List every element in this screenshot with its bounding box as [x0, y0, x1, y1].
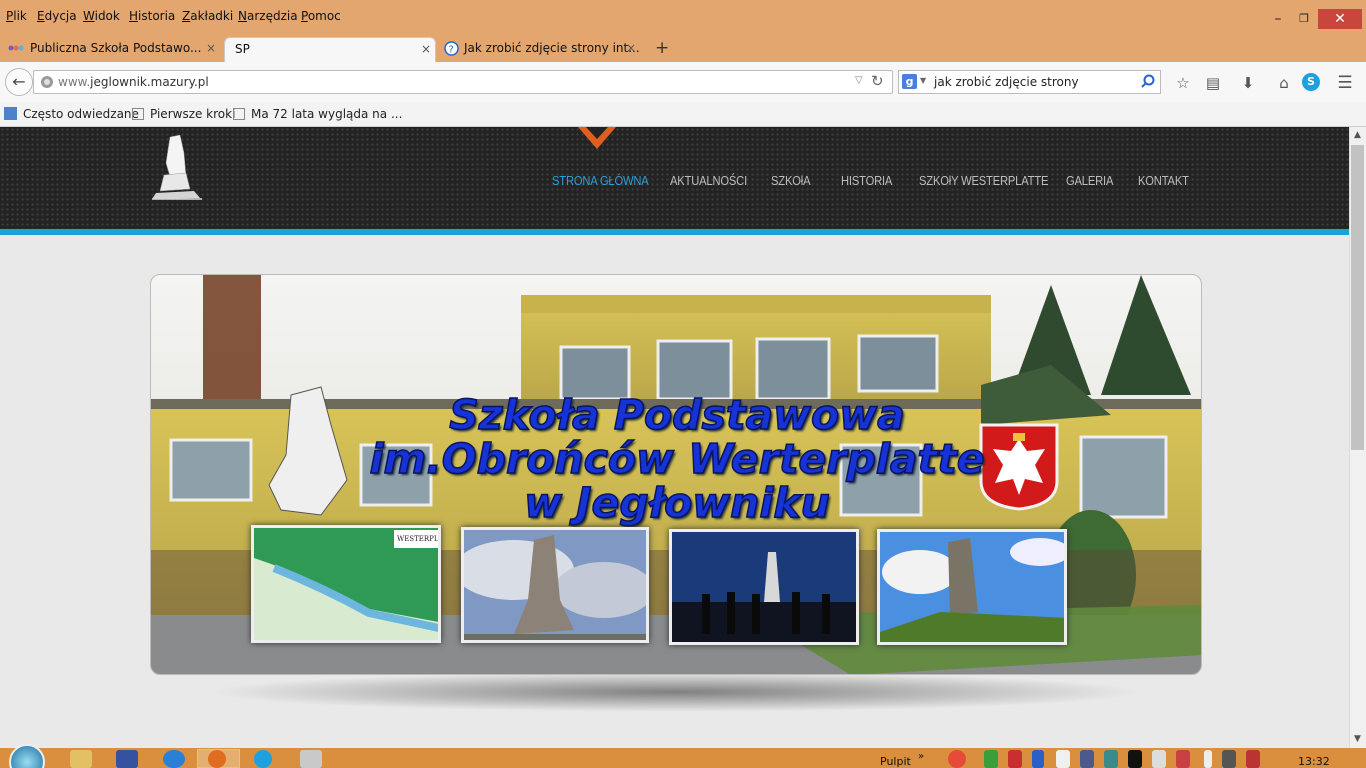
- firefox-icon[interactable]: [208, 750, 226, 768]
- nav-szkola[interactable]: SZKOłA: [771, 173, 811, 188]
- tab-close-icon[interactable]: ×: [626, 37, 636, 59]
- favicon-icon: [8, 45, 24, 51]
- dropdown-arrow-icon[interactable]: ▽: [855, 75, 863, 86]
- map-title-label: WESTERPLATTE: [397, 535, 441, 543]
- nav-aktualnosci[interactable]: AKTUALNOŚCI: [670, 173, 747, 188]
- tab-title: Jak zrobić zdjęcie strony int...: [464, 41, 640, 55]
- signal-icon[interactable]: [1222, 750, 1236, 768]
- save-disk-icon[interactable]: [116, 750, 138, 768]
- nav-szkoly-westerplatte[interactable]: SZKOłY WESTERPLATTE: [919, 173, 1048, 188]
- tab-title: Publiczna Szkoła Podstawo...: [30, 41, 202, 55]
- monument-day-photo[interactable]: [877, 529, 1067, 645]
- chevron-right-icon[interactable]: »: [918, 751, 924, 762]
- minimize-button[interactable]: –: [1266, 10, 1290, 30]
- monument-logo-icon[interactable]: [150, 133, 202, 201]
- monument-clouds-photo[interactable]: [461, 527, 649, 643]
- search-icon[interactable]: [1141, 74, 1155, 88]
- menu-edycja[interactable]: Edycja: [37, 9, 77, 23]
- tray-dark-icon[interactable]: [1128, 750, 1142, 768]
- skype-taskbar-icon[interactable]: [254, 750, 272, 768]
- back-button[interactable]: ←: [5, 68, 33, 96]
- tab-title: SP: [235, 42, 250, 56]
- tray-window-icon[interactable]: [1152, 750, 1166, 768]
- bluetooth-icon[interactable]: [1032, 750, 1044, 768]
- menu-widok[interactable]: Widok: [83, 9, 120, 23]
- bookmarks-icon: [4, 107, 17, 120]
- nav-galeria[interactable]: GALERIA: [1066, 173, 1113, 188]
- restore-button[interactable]: ❐: [1292, 10, 1316, 30]
- ceremony-night-photo[interactable]: [669, 529, 859, 645]
- url-text[interactable]: www.jeglownik.mazury.pl: [58, 75, 209, 89]
- arrow-left-icon: ←: [12, 72, 26, 91]
- bookmark-pierwsze-kroki[interactable]: Pierwsze kroki: [132, 107, 235, 121]
- reload-icon[interactable]: ↻: [871, 72, 884, 90]
- tray-antivirus-icon[interactable]: [1008, 750, 1022, 768]
- skype-icon[interactable]: S: [1302, 73, 1320, 91]
- menu-plik[interactable]: Plik: [6, 9, 27, 23]
- clock[interactable]: 13:32: [1298, 755, 1330, 768]
- close-window-button[interactable]: ✕: [1318, 9, 1362, 29]
- banner-title-line2: im.Obrońców Werterplatte: [369, 434, 986, 484]
- help-icon: ?: [444, 41, 459, 56]
- tab-publiczna-szkola[interactable]: Publiczna Szkoła Podstawo... ×: [6, 37, 220, 62]
- school-banner: Szkoła Podstawowa im.Obrońców Werterplat…: [150, 274, 1202, 675]
- internet-explorer-icon[interactable]: [163, 750, 185, 768]
- chevron-inner: [586, 127, 608, 139]
- menu-zakladki[interactable]: Zakładki: [182, 9, 233, 23]
- app-taskbar-icon[interactable]: [300, 750, 322, 768]
- explorer-icon[interactable]: [70, 750, 92, 768]
- westerplatte-map-photo[interactable]: WESTERPLATTE: [251, 525, 441, 643]
- tab-close-icon[interactable]: ×: [206, 37, 216, 59]
- banner-title-line1: Szkoła Podstawowa: [448, 390, 905, 440]
- scroll-thumb[interactable]: [1351, 145, 1364, 450]
- menu-historia[interactable]: Historia: [129, 9, 175, 23]
- nav-historia[interactable]: HISTORIA: [841, 173, 892, 188]
- new-tab-button[interactable]: +: [655, 38, 669, 58]
- svg-text:?: ?: [449, 45, 454, 56]
- nav-strona-glowna[interactable]: STRONA GŁÓWNA: [552, 173, 649, 188]
- tab-sp[interactable]: SP ×: [224, 37, 436, 62]
- menu-pomoc[interactable]: Pomoc: [301, 9, 341, 23]
- tab-jak-zrobic[interactable]: ? Jak zrobić zdjęcie strony int... ×: [440, 37, 640, 62]
- banner-title-line3: w Jegłowniku: [523, 478, 830, 528]
- volume-muted-icon[interactable]: [1246, 750, 1260, 768]
- scroll-down-icon[interactable]: ▼: [1349, 731, 1366, 748]
- page-icon: [233, 108, 245, 120]
- tray-check-icon[interactable]: [984, 750, 998, 768]
- home-icon[interactable]: ⌂: [1273, 72, 1295, 94]
- monitor-icon[interactable]: [1080, 750, 1094, 768]
- tray-app-icon[interactable]: [948, 750, 966, 768]
- reading-list-icon[interactable]: ▤: [1202, 72, 1224, 94]
- tray-red-icon[interactable]: [1176, 750, 1190, 768]
- chevron-down-icon[interactable]: ▼: [920, 76, 926, 85]
- google-icon[interactable]: g: [902, 74, 917, 89]
- desktop-toolbar-label[interactable]: Pulpit: [880, 755, 911, 768]
- search-input[interactable]: jak zrobić zdjęcie strony: [934, 75, 1079, 89]
- tray-green-icon[interactable]: [1104, 750, 1118, 768]
- globe-icon: [41, 76, 53, 88]
- bookmark-czesto-odwiedzane[interactable]: Często odwiedzane: [4, 107, 139, 121]
- download-icon[interactable]: ⬇: [1237, 72, 1259, 94]
- menu-narzedzia[interactable]: Narzędzia: [238, 9, 298, 23]
- flag-icon[interactable]: [1056, 750, 1070, 768]
- bookmark-star-icon[interactable]: ☆: [1172, 72, 1194, 94]
- battery-icon[interactable]: [1204, 750, 1212, 768]
- scroll-up-icon[interactable]: ▲: [1349, 127, 1366, 144]
- hamburger-menu-icon[interactable]: ☰: [1334, 72, 1356, 94]
- bookmark-ma-72-lata[interactable]: Ma 72 lata wygląda na ...: [233, 107, 402, 121]
- banner-shadow: [205, 672, 1145, 712]
- tab-close-icon[interactable]: ×: [421, 38, 431, 60]
- page-icon: [132, 108, 144, 120]
- nav-kontakt[interactable]: KONTAKT: [1138, 173, 1189, 188]
